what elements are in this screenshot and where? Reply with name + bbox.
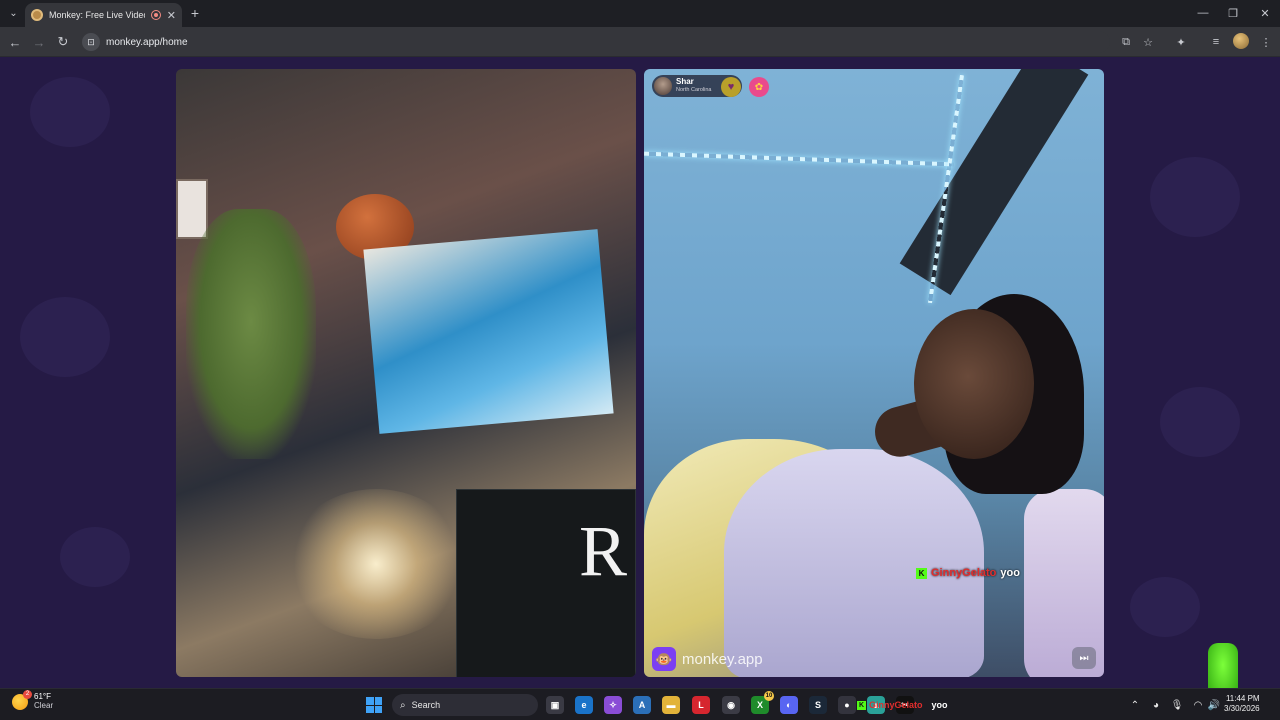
lamp-glow xyxy=(286,489,466,639)
text-editor-icon[interactable]: A xyxy=(633,696,651,714)
search-label: Search xyxy=(411,700,441,710)
self-video-feed: R xyxy=(176,69,636,677)
address-bar[interactable]: ⊡ monkey.app/home xyxy=(80,31,1110,53)
potted-plant xyxy=(186,209,316,459)
restore-button[interactable]: ❐ xyxy=(1218,4,1248,22)
close-window-button[interactable]: ✕ xyxy=(1250,4,1280,22)
install-app-icon[interactable]: ⧉ xyxy=(1117,33,1135,51)
stranger-avatar xyxy=(654,77,672,95)
profile-avatar[interactable] xyxy=(1233,33,1249,49)
windows-taskbar: 2 61°F Clear ⌕ Search ▣ e ✧ A ▬ L ◉ X 10… xyxy=(0,688,1280,720)
weather-sun-icon: 2 xyxy=(12,689,32,710)
discord-icon[interactable]: ◐ xyxy=(780,696,798,714)
taskbar-chat-overlay: K GinnyGelato yoo xyxy=(857,700,948,710)
browser-tab[interactable]: Monkey: Free Live Video Ch ✕ xyxy=(25,3,182,27)
extensions-icon[interactable]: ✦ xyxy=(1172,33,1190,51)
weather-widget[interactable]: 2 61°F Clear xyxy=(12,689,54,711)
l-app-icon[interactable]: L xyxy=(692,696,710,714)
browser-titlebar: ⌄ Monkey: Free Live Video Ch ✕ + — ❐ ✕ xyxy=(0,0,1280,27)
monkey-favicon-icon xyxy=(31,9,43,21)
weather-desc: Clear xyxy=(34,700,54,710)
chat-message: yoo xyxy=(1000,567,1020,579)
person-body xyxy=(724,449,984,677)
bookmark-star-icon[interactable]: ☆ xyxy=(1139,33,1157,51)
url-text: monkey.app/home xyxy=(106,36,188,48)
chat-username: GinnyGelato xyxy=(931,567,997,579)
xbox-badge: 10 xyxy=(764,691,774,701)
new-tab-button[interactable]: + xyxy=(187,5,203,21)
copilot-icon[interactable]: ✧ xyxy=(604,696,622,714)
led-strip xyxy=(644,151,954,167)
monkey-watermark: 🐵 monkey.app xyxy=(652,647,763,671)
skip-next-button[interactable]: ⏭ xyxy=(1072,647,1096,669)
close-tab-icon[interactable]: ✕ xyxy=(167,9,176,22)
kick-icon: K xyxy=(857,700,866,710)
microphone-icon[interactable]: 🎙 xyxy=(1170,698,1184,712)
wifi-icon[interactable]: ◠ xyxy=(1191,698,1205,712)
menu-dots-icon[interactable]: ⋮ xyxy=(1257,33,1275,51)
media-controls-icon[interactable]: ≡ xyxy=(1207,33,1225,51)
heart-icon[interactable]: ♥ xyxy=(721,77,741,97)
forward-button[interactable]: → xyxy=(30,33,48,51)
back-button[interactable]: ← xyxy=(6,33,24,51)
person-head xyxy=(914,309,1034,459)
stranger-location: North Carolina xyxy=(676,87,712,94)
taskbar-clock[interactable]: 11:44 PM 3/30/2026 xyxy=(1224,694,1260,713)
browser-toolbar: ← → ↻ ⊡ monkey.app/home ⧉ ☆ ✦ ≡ ⋮ xyxy=(0,27,1280,57)
reload-button[interactable]: ↻ xyxy=(54,33,72,51)
tab-search-icon[interactable]: ⌄ xyxy=(5,5,22,22)
monkey-logo-icon: 🐵 xyxy=(652,647,676,671)
tab-title: Monkey: Free Live Video Ch xyxy=(49,10,145,20)
volume-icon[interactable]: 🔊 xyxy=(1207,698,1221,712)
canvas-artwork xyxy=(363,229,614,434)
clock-time: 11:44 PM xyxy=(1225,694,1260,703)
file-explorer-icon[interactable]: ▬ xyxy=(662,696,680,714)
minimize-button[interactable]: — xyxy=(1188,4,1218,22)
tray-chevron-icon[interactable]: ⌃ xyxy=(1128,698,1142,712)
tray-app-icon[interactable]: ◕ xyxy=(1149,698,1163,712)
start-button[interactable] xyxy=(366,697,382,713)
stream-chat-overlay: K GinnyGelato yoo xyxy=(916,567,1020,579)
taskbar-overlay-user: GinnyGelato xyxy=(869,700,923,710)
clock-date: 3/30/2026 xyxy=(1224,703,1260,713)
book-cover: R xyxy=(456,489,636,677)
edge-icon[interactable]: e xyxy=(575,696,593,714)
task-view-icon[interactable]: ▣ xyxy=(546,696,564,714)
weather-badge: 2 xyxy=(23,689,32,699)
taskbar-search[interactable]: ⌕ Search xyxy=(392,694,538,716)
stranger-video-feed: Shar North Carolina ♥ ✿ K GinnyGelato yo… xyxy=(644,69,1104,677)
stranger-name: Shar xyxy=(676,77,694,87)
photo-card xyxy=(176,179,208,239)
recording-icon xyxy=(150,10,161,20)
xbox-icon[interactable]: X 10 xyxy=(751,691,774,714)
site-info-icon[interactable]: ⊡ xyxy=(82,33,100,51)
monkey-home-page: R Shar North Carolina ♥ ✿ K GinnyGelato … xyxy=(0,57,1280,688)
brand-text: monkey.app xyxy=(682,650,763,668)
gift-icon[interactable]: ✿ xyxy=(749,77,769,97)
chrome-icon[interactable]: ◉ xyxy=(722,696,740,714)
steam-icon[interactable]: S xyxy=(809,696,827,714)
kick-icon: K xyxy=(916,567,927,579)
bunk-beam xyxy=(899,69,1089,296)
taskbar-overlay-message: yoo xyxy=(931,700,948,710)
obs-icon[interactable]: ● xyxy=(838,696,856,714)
search-icon: ⌕ xyxy=(400,699,406,711)
